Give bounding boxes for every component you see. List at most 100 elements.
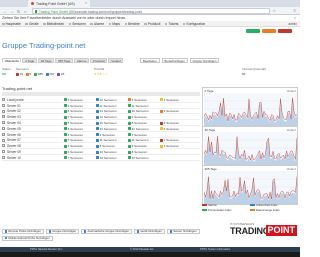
tab-2[interactable]: 30 Tage	[37, 58, 55, 63]
sensor-status-cell[interactable]: 4 Sensoren	[160, 144, 179, 148]
sensor-count-4[interactable]: 18	[57, 72, 64, 76]
add-action-button-0[interactable]: Remote Probe hinzufügen	[2, 229, 44, 234]
menu-item-6[interactable]: Berichte	[124, 22, 140, 26]
sensor-status-cell[interactable]: 12 Sensoren	[96, 156, 117, 160]
sensor-status-cell[interactable]: 1 Sensoren	[160, 138, 179, 142]
sensor-status-cell[interactable]: 11 Sensoren	[128, 104, 148, 108]
home-icon[interactable]: ⌂	[24, 9, 26, 14]
sensor-status-cell[interactable]: 10 Sensoren	[96, 121, 117, 125]
tab-6[interactable]: Verlauf	[108, 58, 124, 63]
close-tab-icon[interactable]: ×	[85, 1, 87, 5]
menu-item-0[interactable]: Hauptseite	[2, 22, 21, 26]
sensor-status-cell[interactable]: 10 Sensoren	[128, 156, 149, 160]
menu-item-7[interactable]: Protokoll	[144, 22, 160, 26]
menu-item-3[interactable]: Sensoren	[68, 22, 86, 26]
chart-0[interactable]: 2 Tage Verlauf	[202, 87, 298, 127]
sensor-status-cell[interactable]: 6 Sensoren	[64, 98, 83, 102]
expand-node-icon[interactable]	[2, 155, 5, 159]
sensor-status-cell[interactable]: 9 Sensoren	[64, 104, 83, 108]
action-button-2[interactable]: Gruppe hinzufügen	[189, 58, 220, 63]
expand-node-icon[interactable]	[2, 115, 5, 119]
expand-node-icon[interactable]	[2, 144, 5, 148]
url-field[interactable]: Trading Point GmbH (DE) example.trading-…	[32, 8, 270, 14]
sensor-status-cell[interactable]: 4 Sensoren	[64, 133, 83, 137]
expand-node-icon[interactable]	[2, 98, 5, 101]
sensor-status-cell[interactable]: 5 Sensoren	[64, 121, 83, 125]
user-menu[interactable]: admin	[288, 22, 297, 26]
browser-menu-icon[interactable]: ≡	[294, 8, 296, 13]
menu-item-5[interactable]: Maps	[108, 22, 120, 26]
chart-2[interactable]: 365 Tage Verlauf	[202, 165, 298, 205]
sensor-count-2[interactable]: 285	[34, 72, 43, 76]
add-action-button-5[interactable]: Mobile Android Probe hinzufügen	[2, 235, 53, 241]
tree-row[interactable]: Server 10 7 Sensoren 12 Sensoren 10 Sensore…	[2, 155, 200, 161]
sensor-status-cell[interactable]: 12 Sensoren	[96, 98, 117, 102]
sensor-status-cell[interactable]: 5 Sensoren	[128, 98, 147, 102]
expand-node-icon[interactable]	[2, 126, 5, 130]
sensor-status-cell[interactable]: 5 Sensoren	[160, 127, 179, 131]
sensor-status-cell[interactable]: 13 Sensoren	[96, 127, 117, 131]
sensor-count-3[interactable]: 267	[45, 72, 54, 76]
menu-item-1[interactable]: Geräte	[25, 22, 39, 26]
tab-0[interactable]: Übersicht	[2, 58, 22, 63]
sensor-status-cell[interactable]: 10 Sensoren	[128, 109, 149, 113]
footer-system-info[interactable]: PRTG System Information	[200, 248, 230, 251]
sensor-status-cell[interactable]: 11 Sensoren	[128, 138, 148, 142]
menu-item-9[interactable]: Konfiguration	[182, 22, 205, 26]
forward-icon[interactable]: →	[10, 9, 14, 14]
priority-stars[interactable]: ★★★☆☆	[94, 72, 107, 76]
sensor-status-cell[interactable]: 11 Sensoren	[96, 104, 116, 108]
sensor-count-1[interactable]: 5	[25, 72, 31, 76]
expand-node-icon[interactable]	[2, 132, 5, 136]
status-ok-button[interactable]	[246, 28, 260, 33]
sensor-status-cell[interactable]: 3 Sensoren	[64, 144, 83, 148]
add-action-button-4[interactable]: Sensor hinzufügen	[166, 229, 200, 234]
sensor-status-cell[interactable]: 8 Sensoren	[64, 109, 83, 113]
expand-node-icon[interactable]	[2, 150, 5, 154]
sensor-status-cell[interactable]: 10 Sensoren	[96, 150, 117, 154]
menu-item-8[interactable]: Tickets	[164, 22, 178, 26]
expand-node-icon[interactable]	[2, 121, 5, 125]
sensor-status-cell[interactable]: 9 Sensoren	[96, 133, 115, 137]
sensor-status-cell[interactable]: 8 Sensoren	[128, 150, 147, 154]
sensor-status-cell[interactable]: 7 Sensoren	[64, 156, 83, 160]
sensor-count-0[interactable]: 13	[16, 72, 23, 76]
add-action-button-1[interactable]: Gruppe hinzufügen	[45, 229, 80, 234]
tab-4[interactable]: Alarme	[74, 58, 90, 63]
sensor-status-cell[interactable]: 3 Sensoren	[160, 109, 179, 113]
action-button-1[interactable]: Benachrichtigen	[161, 58, 188, 63]
expand-node-icon[interactable]	[2, 109, 5, 113]
sensor-status-cell[interactable]: 7 Sensoren	[128, 133, 147, 137]
tab-1[interactable]: 2 Tage	[22, 58, 37, 63]
sensor-status-cell[interactable]: 6 Sensoren	[64, 150, 83, 154]
sensor-status-cell[interactable]: 7 Sensoren	[64, 115, 83, 119]
bookmark-star-icon[interactable]: ☆	[272, 8, 276, 13]
sensor-status-cell[interactable]: 12 Sensoren	[128, 127, 149, 131]
sensor-status-cell[interactable]: 2 Sensoren	[160, 121, 179, 125]
status-warning-button[interactable]	[262, 28, 276, 33]
sensor-status-cell[interactable]: 4 Sensoren	[160, 98, 179, 102]
sensor-status-cell[interactable]: 12 Sensoren	[96, 115, 117, 119]
sensor-status-cell[interactable]: 14 Sensoren	[96, 109, 117, 113]
expand-node-icon[interactable]	[2, 138, 5, 142]
sensor-status-cell[interactable]: 9 Sensoren	[128, 144, 147, 148]
reload-icon[interactable]: ↻	[17, 9, 20, 14]
sensor-status-cell[interactable]: 8 Sensoren	[128, 121, 147, 125]
status-error-button[interactable]	[278, 28, 292, 33]
sensor-status-cell[interactable]: 11 Sensoren	[96, 138, 116, 142]
sensor-status-cell[interactable]: 6 Sensoren	[64, 127, 83, 131]
chart-1[interactable]: 30 Tage Verlauf	[202, 126, 298, 166]
close-notice-icon[interactable]: ×	[294, 16, 296, 20]
add-action-button-3[interactable]: Gerät hinzufügen	[133, 229, 165, 234]
sensor-status-cell[interactable]: 5 Sensoren	[64, 138, 83, 142]
back-icon[interactable]: ←	[3, 9, 7, 14]
browser-tab[interactable]: Trading Point GmbH (US) ×	[28, 0, 90, 7]
sensor-status-cell[interactable]: 9 Sensoren	[128, 115, 147, 119]
tab-5[interactable]: Protokoll	[90, 58, 108, 63]
expand-node-icon[interactable]	[2, 103, 5, 107]
tab-3[interactable]: 365 Tage	[55, 58, 74, 63]
add-action-button-2[interactable]: Automatische Gruppe hinzufügen	[81, 229, 132, 234]
sensor-status-cell[interactable]: 8 Sensoren	[96, 144, 115, 148]
menu-item-4[interactable]: Alarme	[90, 22, 104, 26]
action-button-0[interactable]: Bearbeiten	[140, 58, 160, 63]
